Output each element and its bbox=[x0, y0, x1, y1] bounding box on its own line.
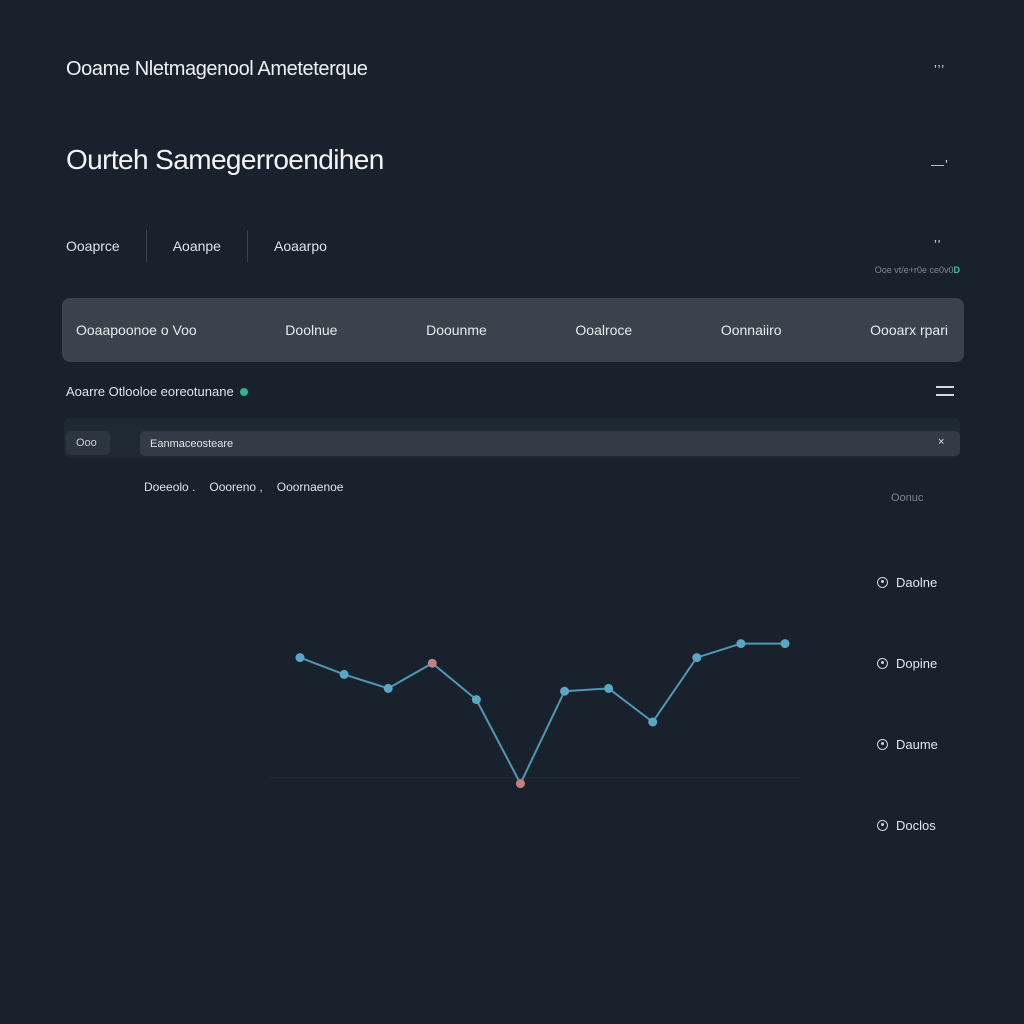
side-panel-item[interactable]: Daolne bbox=[877, 572, 938, 592]
tab-third[interactable]: Aoaarpo bbox=[248, 230, 353, 262]
filter-chip[interactable]: Ooo bbox=[66, 431, 110, 455]
status-text: Ooe vt/e+r0e ce0v0D bbox=[875, 265, 960, 275]
data-point[interactable] bbox=[648, 717, 658, 727]
data-point[interactable] bbox=[471, 695, 481, 705]
data-point[interactable] bbox=[383, 683, 393, 693]
legend-entry[interactable]: Doeeolo . bbox=[144, 480, 195, 494]
data-point[interactable] bbox=[780, 639, 790, 649]
table-header: Ooaapoonoe o Voo Doolnue Doounme Ooalroc… bbox=[62, 298, 964, 362]
section-label: Aoarre Otlooloe eoreotunane bbox=[66, 384, 248, 399]
legend-entry[interactable]: Oooreno , bbox=[209, 480, 262, 494]
side-panel-list: Daolne Dopine Daume Doclos bbox=[877, 572, 938, 896]
tab-first[interactable]: Ooaprce bbox=[66, 230, 146, 262]
search-input[interactable] bbox=[140, 431, 960, 456]
side-panel-title: Oonuc bbox=[891, 492, 924, 504]
side-panel-item-label: Daolne bbox=[896, 574, 938, 590]
side-panel-item-label: Daume bbox=[896, 736, 938, 752]
data-point[interactable] bbox=[604, 683, 614, 693]
radio-icon[interactable] bbox=[877, 819, 888, 831]
column-header[interactable]: Ooaapoonoe o Voo bbox=[76, 322, 197, 338]
side-panel-item[interactable]: Dopine bbox=[877, 653, 938, 673]
status-dot-icon bbox=[239, 387, 248, 396]
column-header[interactable]: Doounme bbox=[426, 322, 487, 338]
line-chart bbox=[270, 639, 800, 789]
data-point[interactable] bbox=[515, 779, 525, 789]
data-point[interactable] bbox=[692, 653, 702, 663]
data-point[interactable] bbox=[560, 686, 570, 696]
side-panel-item-label: Doclos bbox=[896, 817, 936, 833]
column-header[interactable]: Oooarx rpari bbox=[870, 322, 948, 338]
status-text-label: Ooe vt/e+r0e ce0v0 bbox=[874, 265, 954, 275]
corner-icon-middle[interactable]: —’ bbox=[931, 157, 949, 172]
section-label-text: Aoarre Otlooloe eoreotunane bbox=[66, 384, 234, 399]
series-line bbox=[299, 642, 785, 786]
side-panel-item[interactable]: Doclos bbox=[877, 815, 938, 835]
radio-icon[interactable] bbox=[877, 576, 888, 588]
radio-icon[interactable] bbox=[877, 657, 888, 669]
chart-legend: Doeeolo . Oooreno , Ooornaenoe bbox=[144, 480, 343, 494]
data-point[interactable] bbox=[736, 639, 746, 649]
tab-second[interactable]: Aoanpe bbox=[147, 230, 247, 262]
tab-bar: Ooaprce Aoanpe Aoaarpo bbox=[66, 230, 353, 262]
page-title: Ourteh Samegerroendihen bbox=[66, 144, 384, 175]
data-point[interactable] bbox=[427, 658, 437, 668]
legend-entry[interactable]: Ooornaenoe bbox=[277, 480, 344, 494]
status-badge: D bbox=[953, 265, 961, 275]
clear-icon[interactable]: × bbox=[938, 436, 944, 448]
data-point[interactable] bbox=[295, 653, 305, 663]
corner-icon-top[interactable]: ’’’ bbox=[934, 62, 945, 77]
side-panel-item[interactable]: Daume bbox=[877, 734, 938, 754]
column-header[interactable]: Ooalroce bbox=[575, 322, 632, 338]
corner-icon-tabs[interactable]: ’' bbox=[934, 237, 941, 252]
menu-icon[interactable] bbox=[936, 386, 954, 398]
side-panel-item-label: Dopine bbox=[896, 655, 938, 671]
app-title: Ooame Nletmagenool Ameteterque bbox=[66, 58, 368, 80]
column-header[interactable]: Oonnaiiro bbox=[721, 322, 782, 338]
column-header[interactable]: Doolnue bbox=[285, 322, 337, 338]
radio-icon[interactable] bbox=[877, 738, 888, 750]
data-point[interactable] bbox=[339, 669, 349, 679]
